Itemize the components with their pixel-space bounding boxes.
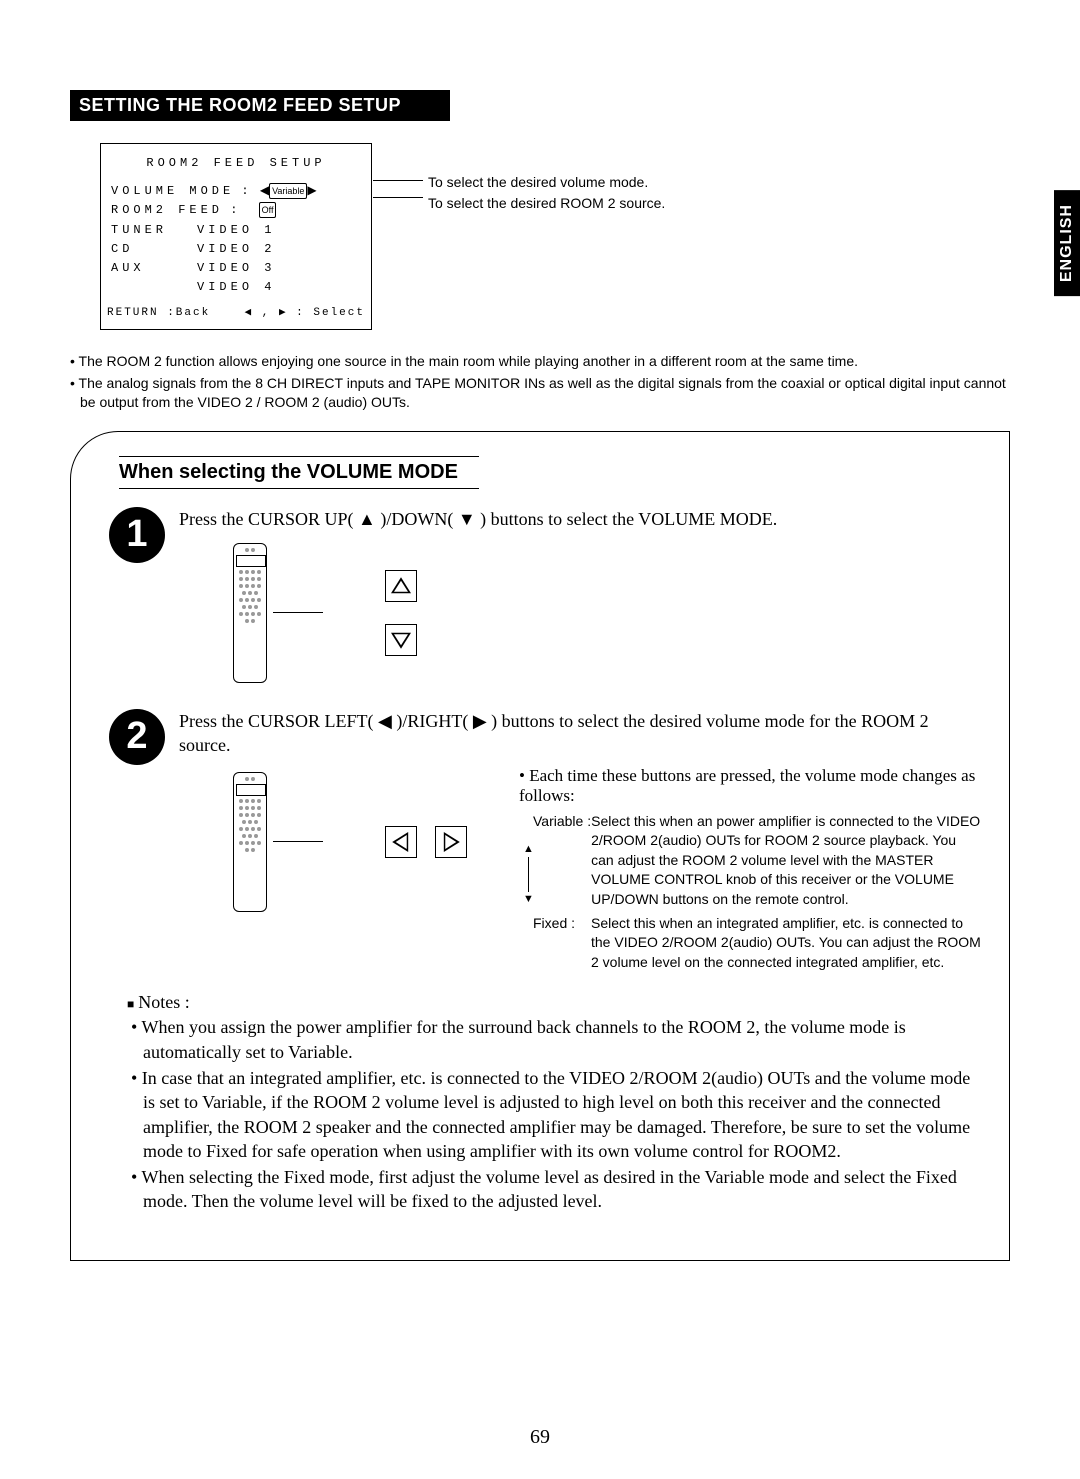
remote-diagram [179,543,417,683]
osd-row-value: Off [259,202,277,218]
step-instruction: Press the CURSOR UP( ▲ )/DOWN( ▼ ) butto… [179,507,981,531]
step-instruction: Press the CURSOR LEFT( ◀ )/RIGHT( ▶ ) bu… [179,709,981,758]
osd-source: VIDEO 3 [197,259,275,278]
cursor-up-icon [385,570,417,602]
step-badge: 1 [109,507,165,563]
leader-line [273,841,323,842]
step-sub-bullet: • Each time these buttons are pressed, t… [519,766,981,806]
step-badge: 2 [109,709,165,765]
note-item: • When selecting the Fixed mode, first a… [143,1165,981,1214]
cycle-arrow-icon: ▲ ▼ [523,842,534,908]
osd-row-value: Variable [269,183,307,199]
page-number: 69 [0,1426,1080,1449]
step-1: 1 Press the CURSOR UP( ▲ )/DOWN( ▼ ) but… [109,507,981,683]
language-tab: ENGLISH [1054,190,1080,296]
osd-desc-line: To select the desired ROOM 2 source. [428,193,665,214]
section-title-block: SETTING THE ROOM2 FEED SETUP [70,90,450,121]
intro-bullet: • The ROOM 2 function allows enjoying on… [80,352,1010,372]
osd-source: TUNER [111,221,167,240]
osd-source: VIDEO 4 [197,278,275,297]
osd-room2-feed-row: ROOM2 FEED : Off [111,201,361,220]
remote-icon [233,772,267,912]
osd-source: VIDEO 1 [197,221,275,240]
mode-item: Variable : Select this when an power amp… [533,812,981,910]
cursor-right-icon [435,826,467,858]
cursor-down-icon [385,624,417,656]
mode-text: Select this when an integrated amplifier… [591,914,981,973]
osd-screen: ROOM2 FEED SETUP VOLUME MODE : ◀Variable… [100,143,372,330]
mode-label: Variable : [533,812,591,910]
leader-line [373,180,423,181]
main-procedure-box: When selecting the VOLUME MODE 1 Press t… [70,431,1010,1261]
intro-bullet: • The analog signals from the 8 CH DIREC… [80,374,1010,413]
section-title: SETTING THE ROOM2 FEED SETUP [71,91,449,120]
osd-source: VIDEO 2 [197,240,275,259]
leader-line [373,197,423,198]
mode-cycle-list: ▲ ▼ Variable : Select this when an power… [533,812,981,973]
osd-volume-mode-row: VOLUME MODE : ◀Variable▶ [111,181,361,201]
osd-source: AUX [111,259,167,278]
osd-row-label: VOLUME MODE [111,184,234,198]
remote-icon [233,543,267,683]
mode-item: Fixed : Select this when an integrated a… [533,914,981,973]
osd-header: ROOM2 FEED SETUP [111,154,361,173]
cursor-left-icon [385,826,417,858]
osd-source: CD [111,240,167,259]
sub-title: When selecting the VOLUME MODE [119,456,479,489]
osd-desc-line: To select the desired volume mode. [428,172,665,193]
mode-text: Select this when an power amplifier is c… [591,812,981,910]
osd-row-label: ROOM2 FEED [111,203,223,217]
note-item: • In case that an integrated amplifier, … [143,1066,981,1163]
osd-return: RETURN :Back [107,305,210,323]
osd-description: To select the desired volume mode. To se… [428,172,665,214]
notes-list: • When you assign the power amplifier fo… [127,1015,981,1213]
remote-diagram [179,772,467,912]
leader-line [273,612,323,613]
mode-label: Fixed : [533,914,591,973]
note-item: • When you assign the power amplifier fo… [143,1015,981,1064]
notes-heading: Notes : [127,992,981,1013]
intro-bullets: • The ROOM 2 function allows enjoying on… [70,352,1010,413]
osd-select-hint: ◀ , ▶ : Select [245,305,365,323]
step-2: 2 Press the CURSOR LEFT( ◀ )/RIGHT( ▶ ) … [109,709,981,1216]
